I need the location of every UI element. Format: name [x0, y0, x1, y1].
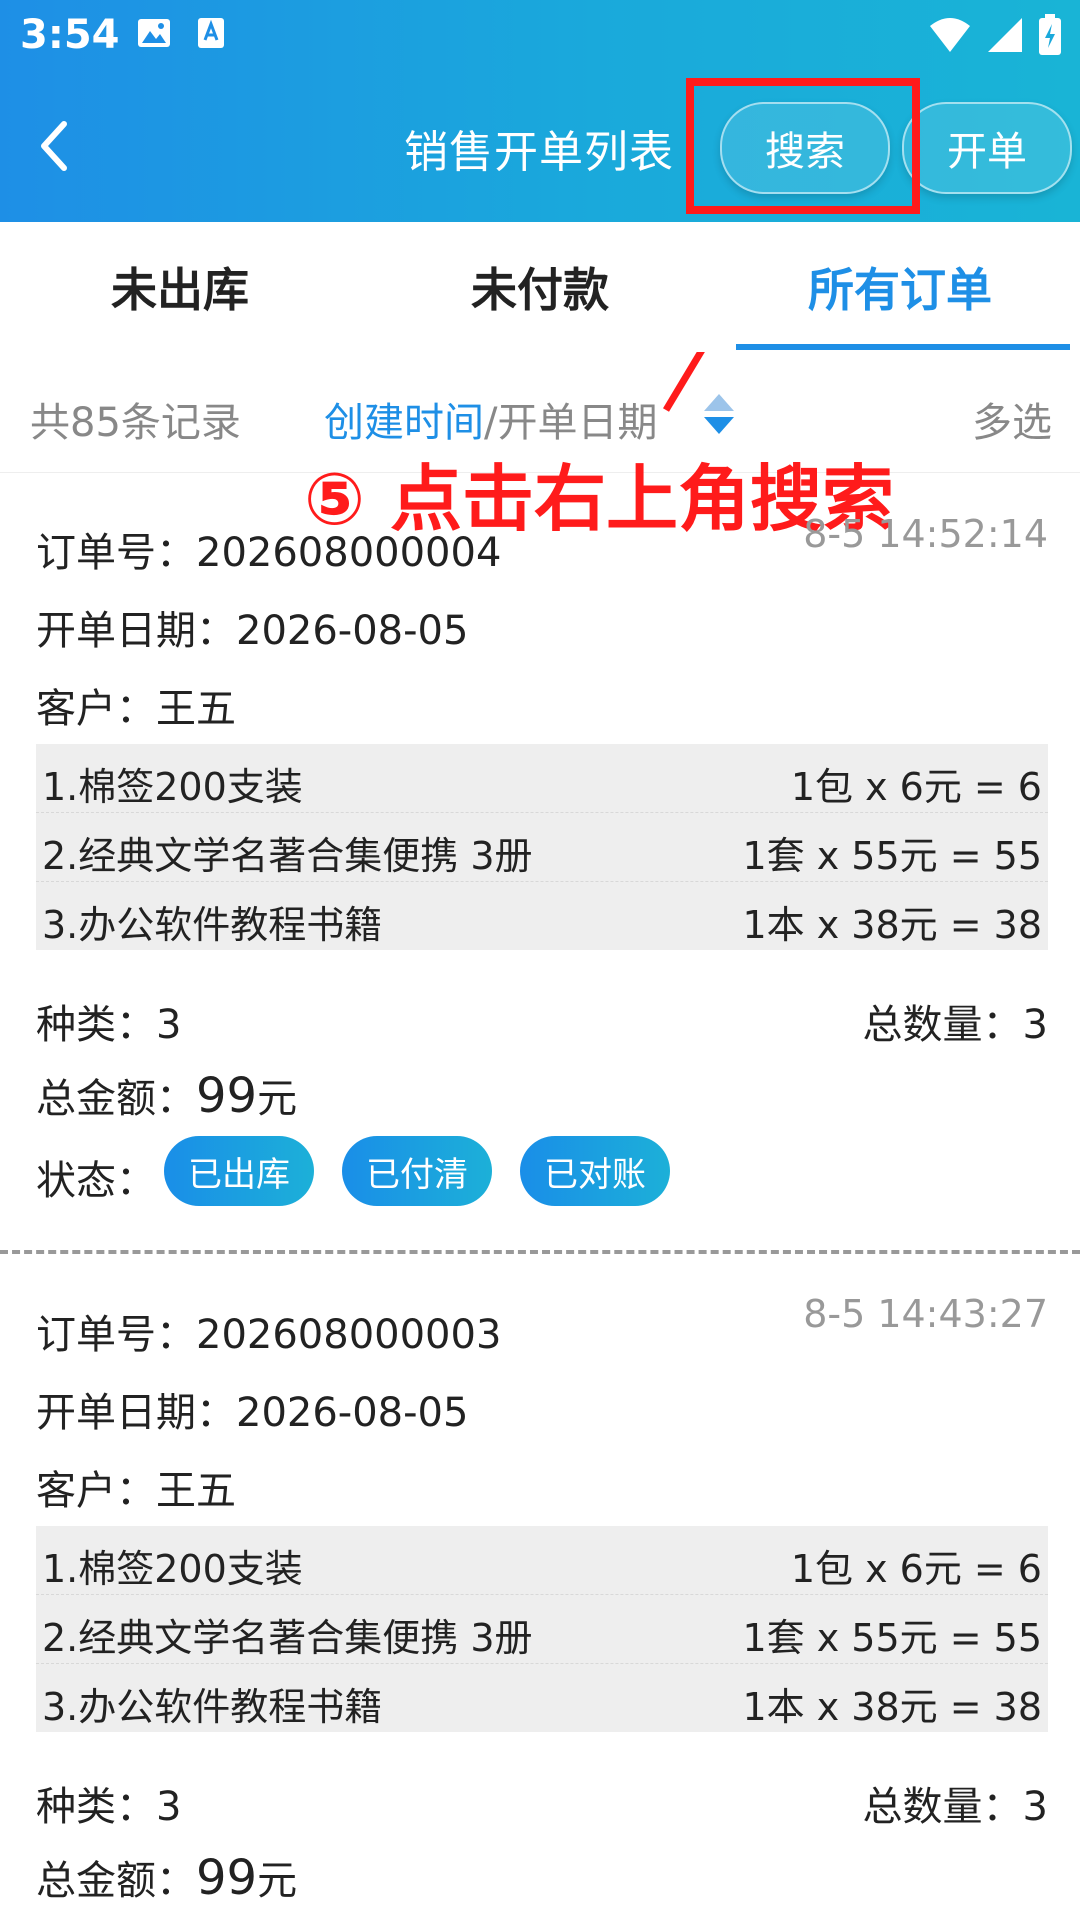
- order-time: 8-5 14:43:27: [803, 1292, 1048, 1336]
- item-name: 2.经典文学名著合集便携 3册: [42, 834, 533, 878]
- order-items: 1.棉签200支装 1包 x 6元 = 6 2.经典文学名著合集便携 3册 1套…: [36, 1526, 1048, 1732]
- battery-icon: [1039, 14, 1061, 55]
- order-time: 8-5 14:52:14: [803, 512, 1048, 556]
- order-card[interactable]: 订单号：202608000003 8-5 14:43:27 开单日期：2026-…: [0, 1254, 1080, 1920]
- status-badge-shipped: 已出库: [164, 1136, 314, 1206]
- back-chevron-icon[interactable]: [34, 118, 74, 174]
- wifi-icon: [930, 18, 970, 52]
- amount-value: 99: [196, 1850, 258, 1906]
- amount-unit: 元: [257, 1858, 298, 1904]
- order-date: 开单日期：2026-08-05: [36, 1390, 469, 1436]
- list-item: 2.经典文学名著合集便携 3册 1套 x 55元 = 55: [36, 813, 1048, 882]
- tab-all-orders[interactable]: 所有订单: [720, 254, 1080, 320]
- order-amount: 总金额：99元: [36, 1848, 297, 1906]
- order-kinds: 种类：3: [36, 1784, 182, 1830]
- annotation-highlight-box: [686, 78, 920, 214]
- amount-unit: 元: [257, 1076, 298, 1122]
- page-title: 销售开单列表: [404, 127, 674, 178]
- order-number: 订单号：202608000003: [36, 1312, 502, 1358]
- status-badge-paid: 已付清: [342, 1136, 492, 1206]
- item-name: 3.办公软件教程书籍: [42, 903, 383, 947]
- status-badge-reconciled: 已对账: [520, 1136, 670, 1206]
- item-name: 1.棉签200支装: [42, 765, 303, 809]
- active-tab-indicator: [736, 344, 1070, 350]
- list-item: 1.棉签200支装 1包 x 6元 = 6: [36, 1526, 1048, 1595]
- multi-select-button[interactable]: 多选: [972, 390, 1052, 448]
- amount-label: 总金额：: [36, 1076, 196, 1122]
- record-count: 共85条记录: [30, 400, 241, 446]
- list-item: 3.办公软件教程书籍 1本 x 38元 = 38: [36, 882, 1048, 950]
- amount-value: 99: [196, 1068, 258, 1124]
- list-item: 3.办公软件教程书籍 1本 x 38元 = 38: [36, 1664, 1048, 1732]
- item-calc: 1包 x 6元 = 6: [790, 765, 1042, 809]
- sort-updown-icon[interactable]: [702, 392, 736, 436]
- order-kinds: 种类：3: [36, 1002, 182, 1048]
- order-amount: 总金额：99元: [36, 1066, 297, 1124]
- status-icons-right: [928, 14, 1062, 56]
- order-card[interactable]: 订单号：202608000004 8-5 14:52:14 开单日期：2026-…: [0, 472, 1080, 1242]
- item-calc: 1套 x 55元 = 55: [742, 1616, 1042, 1660]
- order-number: 订单号：202608000004: [36, 530, 502, 576]
- image-icon: [138, 19, 170, 47]
- item-calc: 1本 x 38元 = 38: [742, 903, 1042, 947]
- status-label: 状态：: [36, 1158, 156, 1204]
- item-calc: 1本 x 38元 = 38: [742, 1685, 1042, 1729]
- order-customer: 客户：王五: [36, 686, 236, 732]
- list-item: 1.棉签200支装 1包 x 6元 = 6: [36, 744, 1048, 813]
- amount-label: 总金额：: [36, 1858, 196, 1904]
- app-icon: [198, 18, 224, 48]
- tab-not-shipped[interactable]: 未出库: [0, 254, 360, 320]
- order-date: 开单日期：2026-08-05: [36, 608, 469, 654]
- item-name: 2.经典文学名著合集便携 3册: [42, 1616, 533, 1660]
- order-quantity: 总数量：3: [862, 1784, 1048, 1830]
- order-customer: 客户：王五: [36, 1468, 236, 1514]
- status-time: 3:54: [20, 12, 120, 58]
- item-calc: 1包 x 6元 = 6: [790, 1547, 1042, 1591]
- create-order-button[interactable]: 开单: [902, 102, 1072, 194]
- list-item: 2.经典文学名著合集便携 3册 1套 x 55元 = 55: [36, 1595, 1048, 1664]
- order-items: 1.棉签200支装 1包 x 6元 = 6 2.经典文学名著合集便携 3册 1套…: [36, 744, 1048, 950]
- tab-unpaid[interactable]: 未付款: [360, 254, 720, 320]
- item-name: 1.棉签200支装: [42, 1547, 303, 1591]
- signal-icon: [988, 18, 1022, 52]
- item-name: 3.办公软件教程书籍: [42, 1685, 383, 1729]
- status-icons-left: [136, 16, 226, 50]
- order-tabs: 未出库 未付款 所有订单: [0, 222, 1080, 352]
- order-quantity: 总数量：3: [862, 1002, 1048, 1048]
- item-calc: 1套 x 55元 = 55: [742, 834, 1042, 878]
